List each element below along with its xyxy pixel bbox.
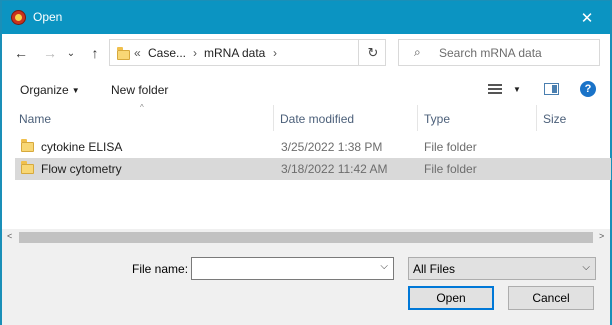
scrollbar-thumb[interactable]	[19, 232, 593, 243]
chevron-down-icon[interactable]: ⌵	[380, 261, 388, 272]
new-folder-button[interactable]: New folder	[111, 83, 168, 97]
chevron-down-icon: ⌵	[582, 262, 590, 273]
breadcrumb-separator[interactable]: ›	[273, 46, 277, 60]
column-type[interactable]: Type	[424, 112, 450, 126]
up-button[interactable]: ↑	[85, 43, 105, 63]
help-icon[interactable]: ?	[580, 81, 596, 97]
open-dialog: Open ✕ ← → ⌄ ↑ « Case... › mRNA data › ↻…	[1, 0, 611, 325]
column-divider[interactable]	[273, 105, 274, 131]
column-date-modified[interactable]: Date modified	[280, 112, 354, 126]
folder-icon	[117, 47, 130, 60]
file-date: 3/25/2022 1:38 PM	[281, 140, 383, 154]
column-name[interactable]: Name	[19, 112, 51, 126]
forward-arrow-icon: →	[43, 45, 57, 61]
forward-button[interactable]: →	[40, 43, 60, 63]
file-name-combobox[interactable]: ⌵	[191, 257, 394, 280]
column-divider[interactable]	[536, 105, 537, 131]
search-icon: ⌕	[414, 45, 421, 59]
organize-label: Organize	[20, 83, 69, 97]
file-type: File folder	[424, 162, 477, 176]
back-button[interactable]: ←	[11, 43, 31, 63]
column-divider[interactable]	[417, 105, 418, 131]
file-row-selected[interactable]: Flow cytometry 3/18/2022 11:42 AM File f…	[15, 158, 611, 180]
chevron-down-icon: ⌄	[66, 47, 76, 59]
open-button[interactable]: Open	[408, 286, 494, 310]
search-placeholder: Search mRNA data	[439, 46, 542, 60]
file-name: cytokine ELISA	[41, 140, 123, 154]
horizontal-scrollbar[interactable]: < >	[2, 229, 610, 246]
command-toolbar: Organize ▼ New folder ▼ ?	[2, 75, 610, 105]
scroll-right-icon[interactable]: >	[599, 231, 604, 241]
dialog-footer: File name: ⌵ All Files ⌵ Open Cancel	[2, 246, 610, 325]
file-name-label: File name:	[132, 262, 189, 276]
breadcrumb-overflow[interactable]: «	[134, 46, 141, 60]
folder-icon	[21, 139, 34, 152]
file-date: 3/18/2022 11:42 AM	[281, 162, 388, 176]
refresh-icon: ↻	[367, 44, 379, 60]
address-bar[interactable]: « Case... › mRNA data › ↻	[109, 39, 386, 66]
cancel-button[interactable]: Cancel	[508, 286, 594, 310]
preview-pane-icon[interactable]	[544, 83, 559, 95]
search-box[interactable]: ⌕ Search mRNA data	[398, 39, 600, 66]
close-icon: ✕	[580, 9, 594, 27]
app-logo-icon	[11, 10, 26, 25]
folder-icon	[21, 161, 34, 174]
filter-value: All Files	[413, 262, 456, 276]
scroll-left-icon[interactable]: <	[7, 231, 12, 241]
file-name-field[interactable]	[195, 259, 374, 280]
view-caret-icon[interactable]: ▼	[513, 85, 521, 94]
recent-locations-button[interactable]: ⌄	[61, 43, 81, 63]
up-arrow-icon: ↑	[91, 45, 99, 61]
column-size[interactable]: Size	[543, 112, 566, 126]
sort-arrow-icon: ^	[140, 103, 144, 112]
view-options-icon[interactable]	[488, 82, 506, 96]
file-row[interactable]: cytokine ELISA 3/25/2022 1:38 PM File fo…	[15, 136, 611, 158]
breadcrumb-item-mrna-data[interactable]: mRNA data	[204, 46, 265, 60]
caret-down-icon: ▼	[71, 86, 80, 95]
file-type-filter[interactable]: All Files ⌵	[408, 257, 596, 280]
back-arrow-icon: ←	[14, 45, 28, 61]
close-button[interactable]: ✕	[564, 1, 610, 34]
window-title: Open	[33, 10, 63, 24]
breadcrumb-item-case[interactable]: Case...	[148, 46, 186, 60]
file-name: Flow cytometry	[41, 162, 122, 176]
column-header: ^ Name Date modified Type Size	[2, 103, 610, 131]
breadcrumb-separator[interactable]: ›	[193, 46, 197, 60]
organize-button[interactable]: Organize ▼	[20, 83, 80, 97]
title-bar[interactable]: Open ✕	[2, 1, 610, 34]
file-type: File folder	[424, 140, 477, 154]
refresh-button[interactable]: ↻	[358, 40, 387, 65]
